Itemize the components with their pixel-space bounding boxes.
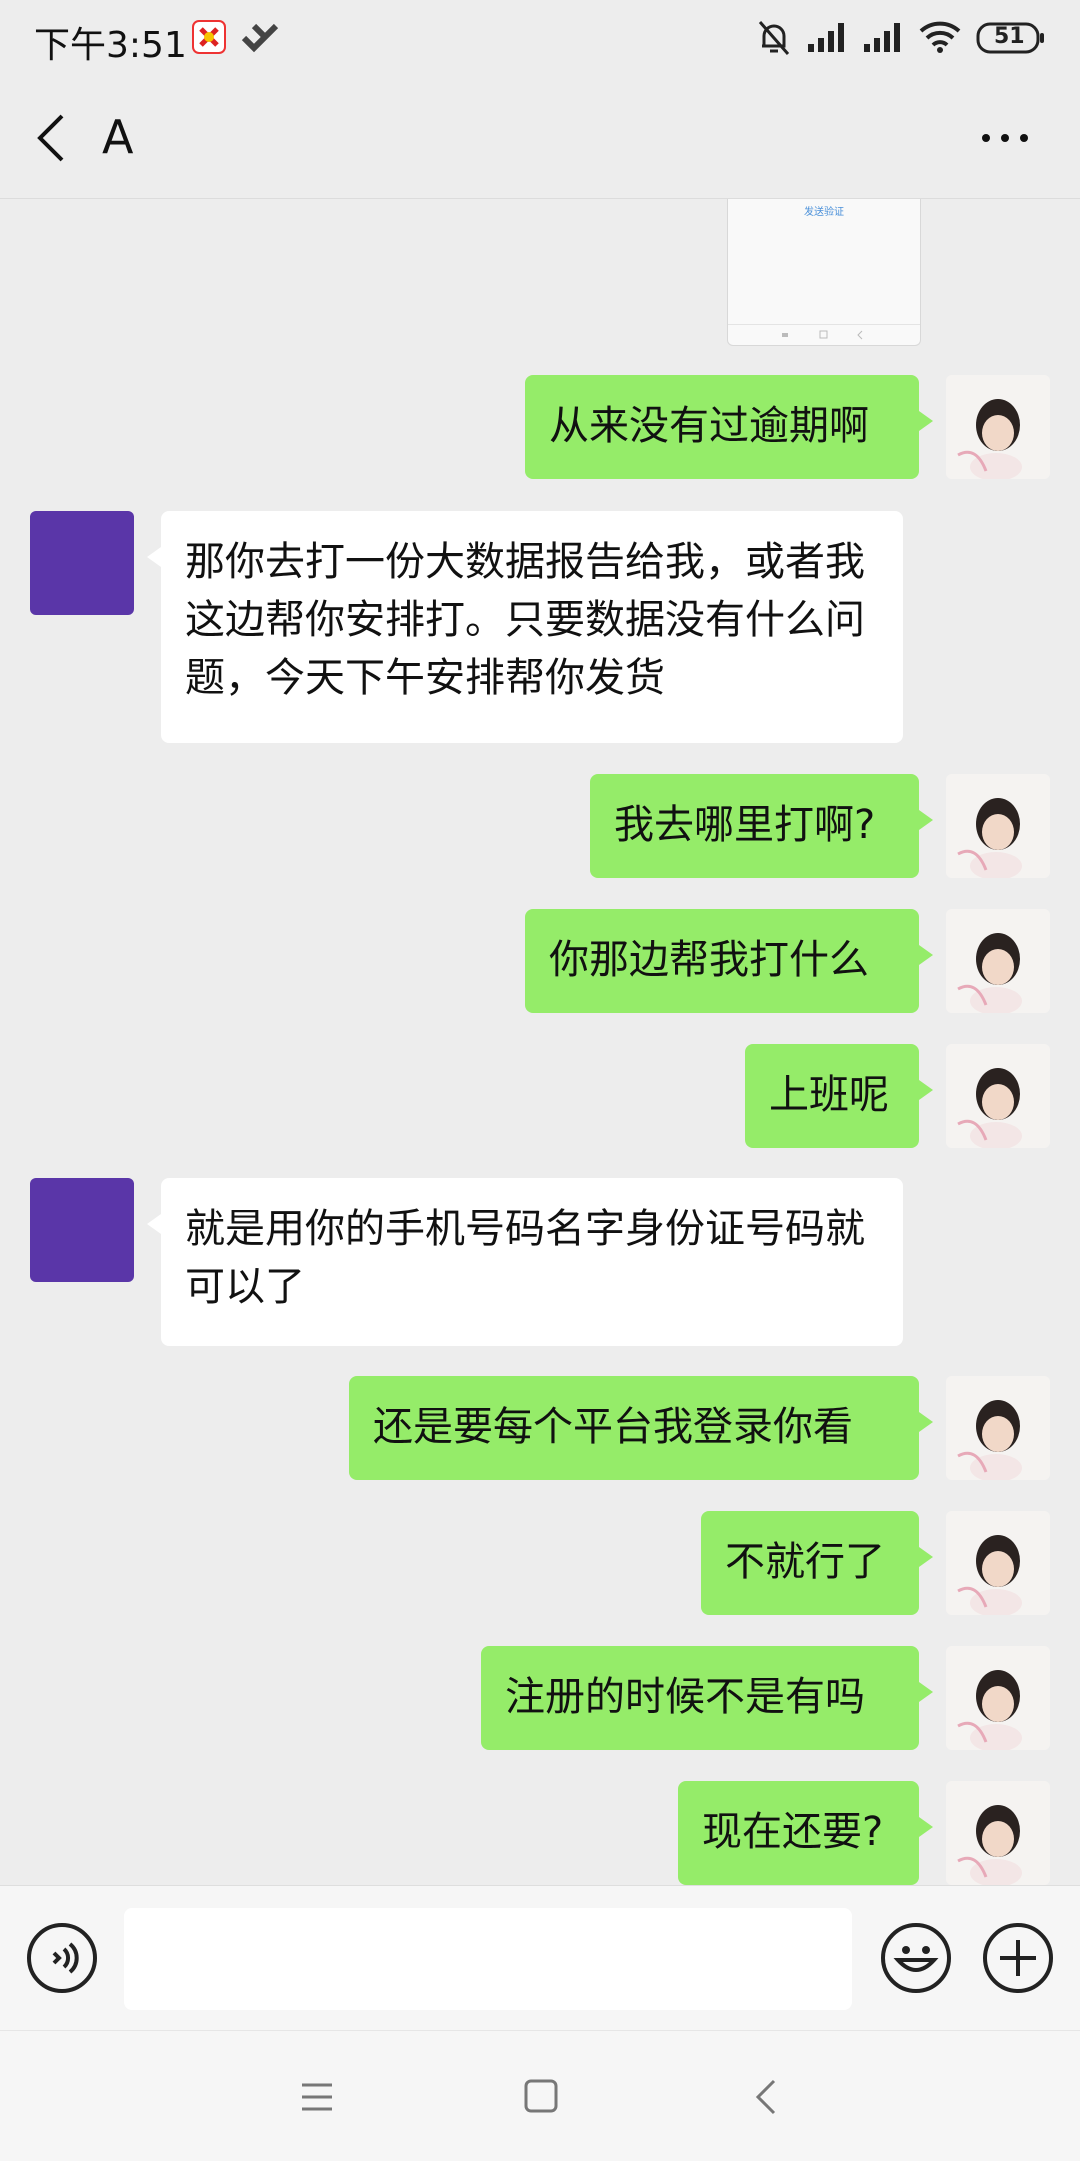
input-bar: [0, 1885, 1080, 2031]
screenshot-nav-strip: [728, 324, 920, 345]
avatar[interactable]: [946, 375, 1050, 479]
avatar[interactable]: [30, 511, 134, 615]
message-bubble[interactable]: 你那边帮我打什么: [525, 909, 933, 1013]
message-bubble[interactable]: 从来没有过逾期啊: [525, 375, 933, 479]
status-bar: 下午3:51 51: [0, 0, 1080, 78]
message-bubble[interactable]: 还是要每个平台我登录你看: [349, 1376, 933, 1480]
screenshot-image-message[interactable]: 发送验证: [727, 199, 921, 346]
message-bubble[interactable]: 那你去打一份大数据报告给我，或者我这边帮你安排打。只要数据没有什么问题，今天下午…: [147, 511, 903, 743]
signal-icon: [806, 20, 848, 58]
avatar[interactable]: [946, 1781, 1050, 1885]
avatar[interactable]: [946, 1044, 1050, 1148]
avatar[interactable]: [946, 1646, 1050, 1750]
avatar[interactable]: [946, 1376, 1050, 1480]
emoji-icon[interactable]: [880, 1922, 952, 1998]
message-bubble[interactable]: 就是用你的手机号码名字身份证号码就可以了: [147, 1178, 903, 1346]
message-list[interactable]: 发送验证 从来没有过逾期啊 那你去打一份大数据报告给我，或者我这边帮你安排打。只…: [0, 199, 1080, 1885]
wifi-icon: [918, 20, 962, 58]
add-icon[interactable]: [982, 1922, 1054, 1998]
more-options-icon[interactable]: [980, 126, 1030, 150]
back-arrow-icon[interactable]: [32, 108, 72, 168]
avatar[interactable]: [946, 774, 1050, 878]
vpn-icon: [240, 20, 280, 58]
message-bubble[interactable]: 注册的时候不是有吗: [481, 1646, 933, 1750]
chat-title: A: [102, 110, 134, 164]
status-time: 下午3:51: [34, 25, 187, 66]
app-notification-icon: [192, 20, 226, 58]
message-bubble[interactable]: 不就行了: [701, 1511, 933, 1615]
avatar[interactable]: [946, 1511, 1050, 1615]
mute-icon: [756, 18, 792, 62]
message-bubble[interactable]: 我去哪里打啊?: [590, 774, 933, 878]
message-bubble[interactable]: 现在还要?: [678, 1781, 933, 1885]
message-bubble[interactable]: 上班呢: [745, 1044, 933, 1148]
avatar[interactable]: [946, 909, 1050, 1013]
signal-icon: [862, 20, 904, 58]
back-icon[interactable]: [754, 2079, 778, 2119]
message-input[interactable]: [124, 1908, 852, 2010]
home-icon[interactable]: [524, 2079, 558, 2117]
chat-header: A: [0, 78, 1080, 199]
avatar[interactable]: [30, 1178, 134, 1282]
screenshot-caption: 发送验证: [804, 207, 844, 218]
menu-icon[interactable]: [300, 2081, 334, 2117]
system-nav-bar: [0, 2030, 1080, 2161]
battery-level: 51: [994, 24, 1025, 49]
voice-input-icon[interactable]: [26, 1922, 98, 1998]
